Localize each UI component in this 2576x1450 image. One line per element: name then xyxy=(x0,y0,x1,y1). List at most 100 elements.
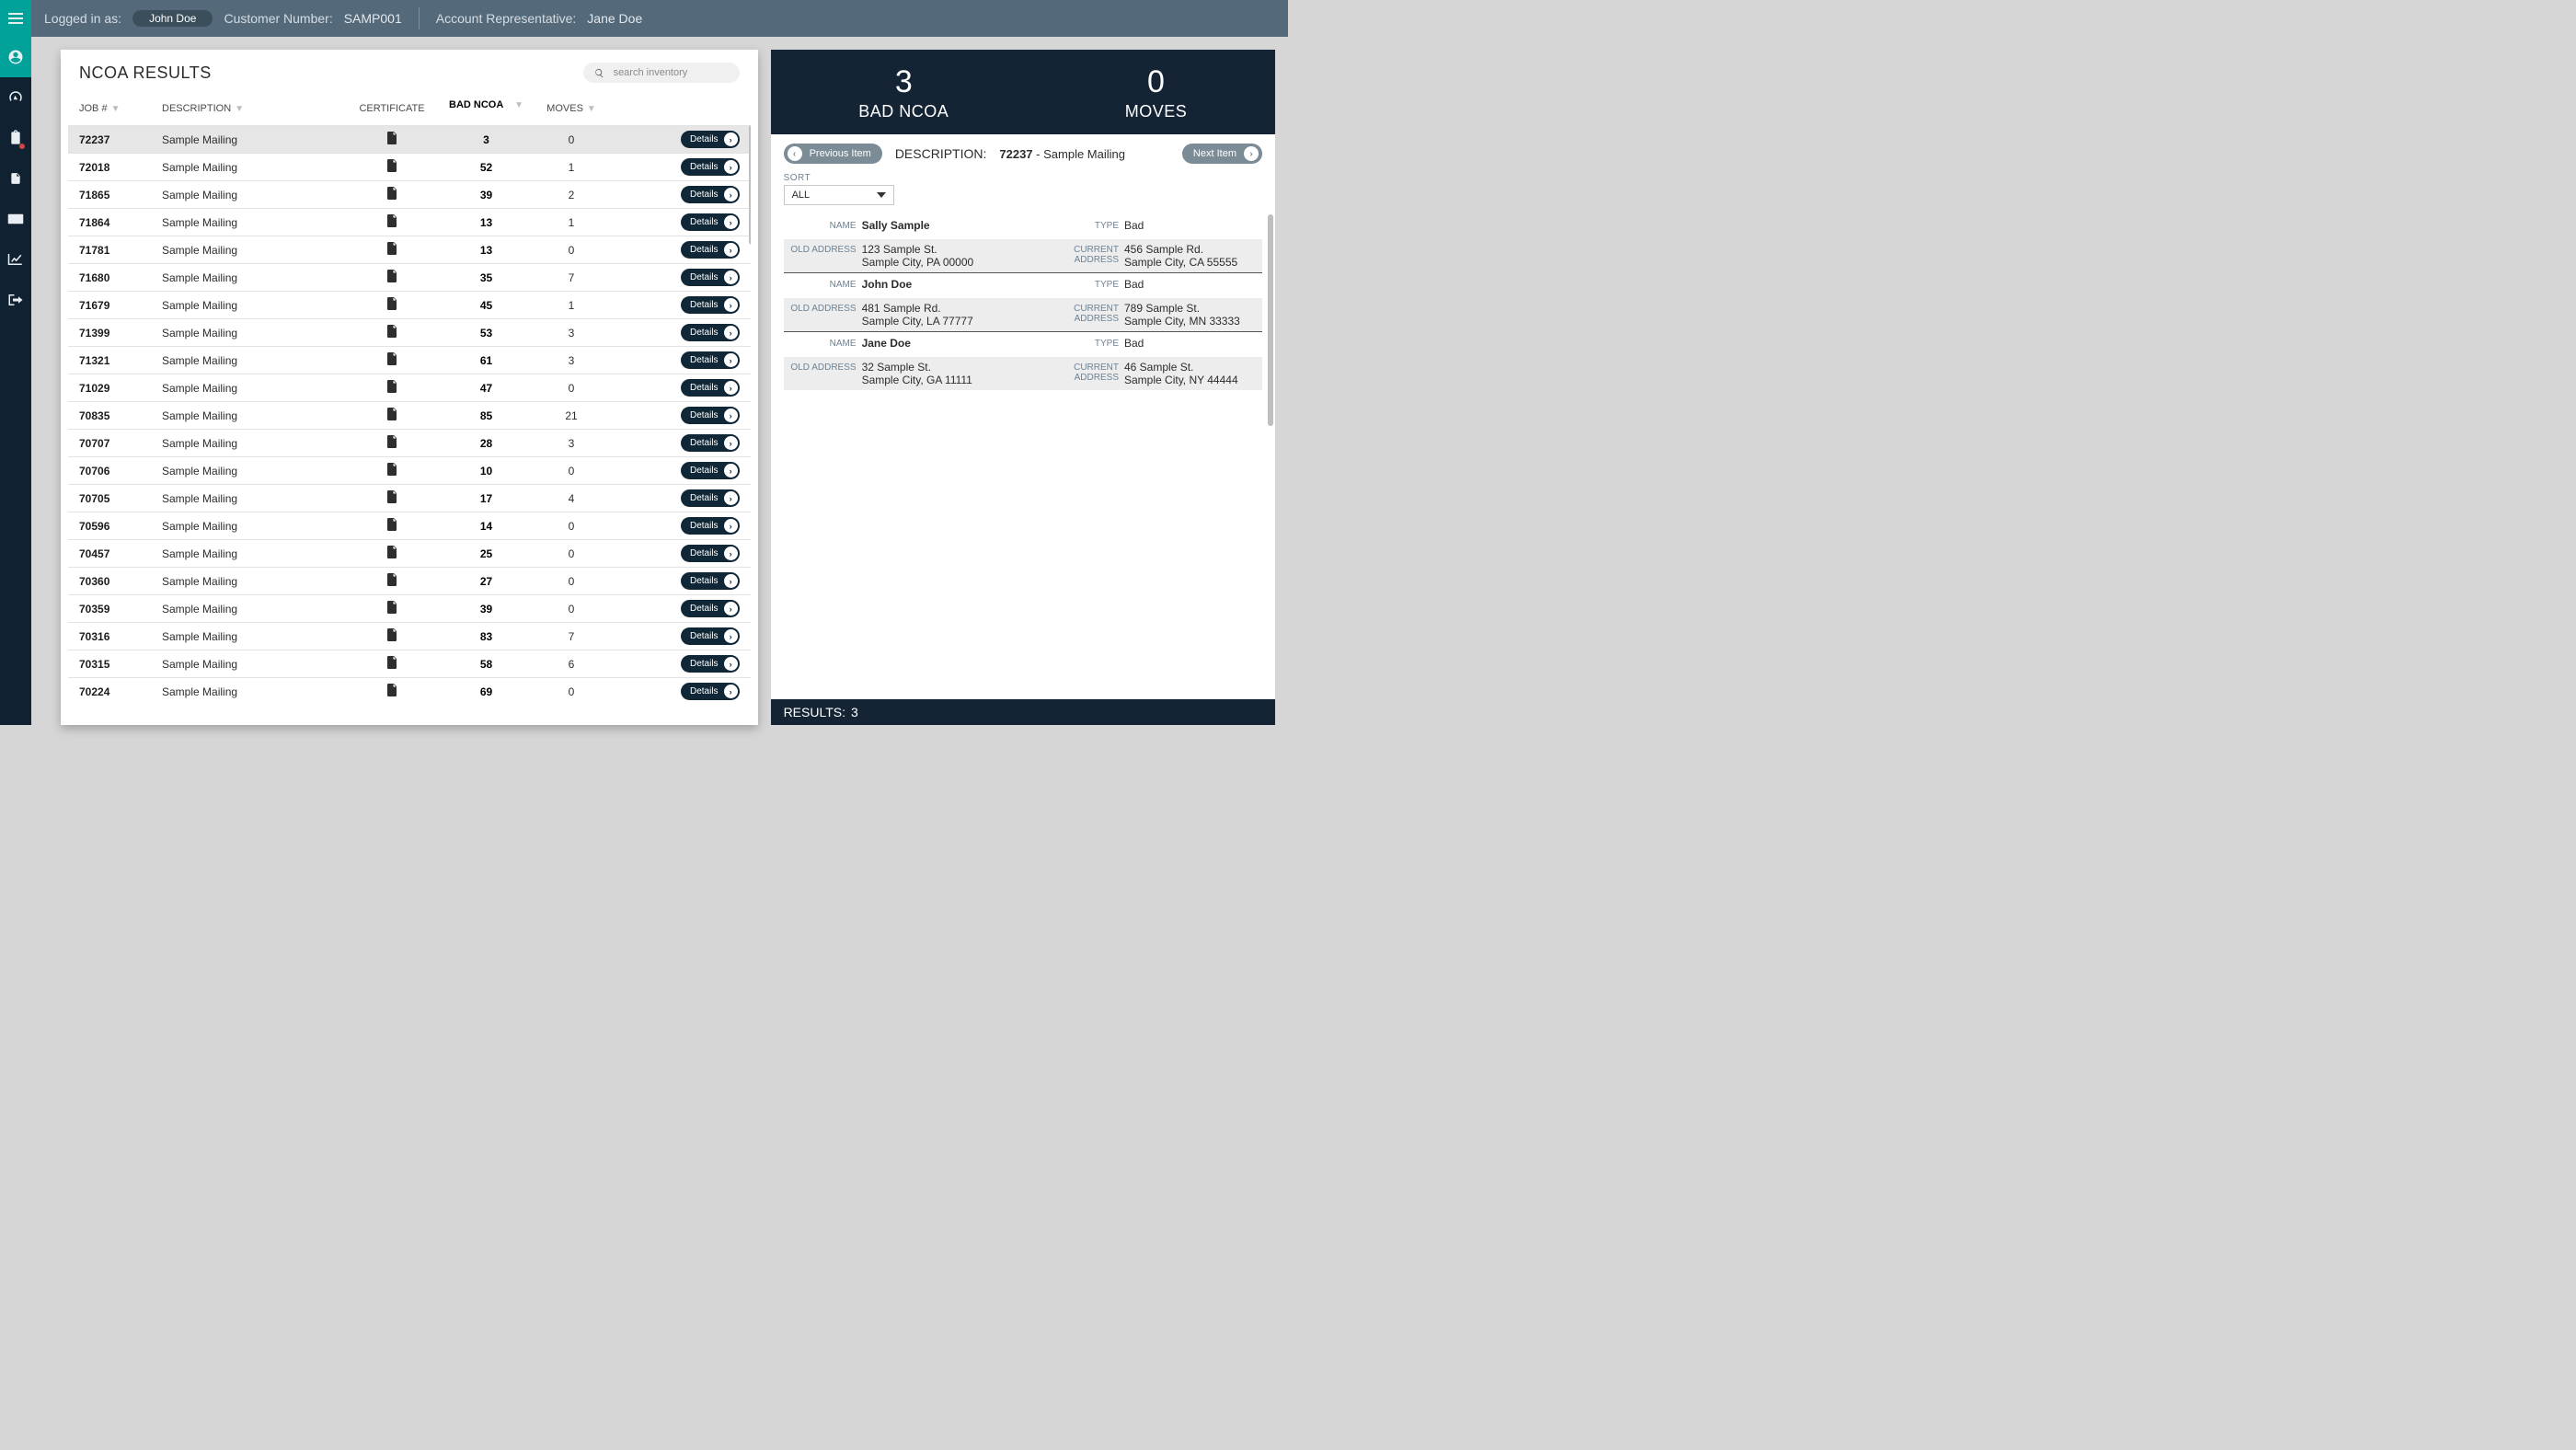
details-button[interactable]: Details› xyxy=(681,131,740,148)
pdf-file-icon[interactable] xyxy=(386,546,397,561)
nav-dashboard[interactable] xyxy=(0,77,31,118)
details-button[interactable]: Details› xyxy=(681,324,740,341)
logged-in-user[interactable]: John Doe xyxy=(132,10,213,27)
nav-reports[interactable] xyxy=(0,239,31,280)
cell-moves: 0 xyxy=(535,382,608,395)
pdf-file-icon[interactable] xyxy=(386,270,397,285)
pdf-file-icon[interactable] xyxy=(386,187,397,202)
table-row[interactable]: 71321Sample Mailing613Details› xyxy=(68,346,751,374)
details-button[interactable]: Details› xyxy=(681,407,740,424)
details-button[interactable]: Details› xyxy=(681,462,740,479)
table-row[interactable]: 70706Sample Mailing100Details› xyxy=(68,456,751,484)
previous-item-button[interactable]: ‹ Previous Item xyxy=(784,144,882,164)
nav-document[interactable] xyxy=(0,158,31,199)
header-moves[interactable]: MOVES▼ xyxy=(535,103,608,114)
details-button[interactable]: Details› xyxy=(681,213,740,231)
pdf-file-icon[interactable] xyxy=(386,463,397,478)
details-button[interactable]: Details› xyxy=(681,683,740,700)
details-button[interactable]: Details› xyxy=(681,655,740,673)
table-row[interactable]: 70224Sample Mailing690Details› xyxy=(68,677,751,705)
table-row[interactable]: 70707Sample Mailing283Details› xyxy=(68,429,751,456)
nav-clipboard[interactable] xyxy=(0,118,31,158)
pdf-file-icon[interactable] xyxy=(386,601,397,616)
cell-description: Sample Mailing xyxy=(162,685,346,698)
table-row[interactable]: 70315Sample Mailing586Details› xyxy=(68,650,751,677)
details-button[interactable]: Details› xyxy=(681,434,740,452)
table-row[interactable]: 71679Sample Mailing451Details› xyxy=(68,291,751,318)
pdf-file-icon[interactable] xyxy=(386,435,397,451)
pdf-file-icon[interactable] xyxy=(386,573,397,589)
header-description[interactable]: DESCRIPTION▼ xyxy=(162,103,346,114)
pdf-file-icon[interactable] xyxy=(386,408,397,423)
table-row[interactable]: 71781Sample Mailing130Details› xyxy=(68,236,751,263)
table-row[interactable]: 71864Sample Mailing131Details› xyxy=(68,208,751,236)
header-bad-ncoa[interactable]: BAD NCOA▼ xyxy=(438,99,535,118)
details-button[interactable]: Details› xyxy=(681,351,740,369)
pdf-file-icon[interactable] xyxy=(386,380,397,396)
details-button[interactable]: Details› xyxy=(681,517,740,535)
pdf-file-icon[interactable] xyxy=(386,684,397,699)
pdf-file-icon[interactable] xyxy=(386,214,397,230)
cell-description: Sample Mailing xyxy=(162,409,346,422)
cell-bad-ncoa: 83 xyxy=(438,630,535,643)
scrollbar[interactable] xyxy=(749,125,751,245)
ncoa-results-panel: NCOA RESULTS search inventory JOB #▼ DES… xyxy=(61,50,758,725)
details-button[interactable]: Details› xyxy=(681,379,740,397)
details-button[interactable]: Details› xyxy=(681,600,740,617)
pdf-file-icon[interactable] xyxy=(386,352,397,368)
pdf-file-icon[interactable] xyxy=(386,159,397,175)
cell-moves: 1 xyxy=(535,161,608,174)
account-rep-label: Account Representative: xyxy=(436,11,577,26)
current-address-label: CURRENT ADDRESS xyxy=(1030,361,1124,383)
table-row[interactable]: 71029Sample Mailing470Details› xyxy=(68,374,751,401)
sort-select[interactable]: ALL xyxy=(784,185,894,205)
nav-mail[interactable] xyxy=(0,199,31,239)
pdf-file-icon[interactable] xyxy=(386,628,397,644)
details-button[interactable]: Details› xyxy=(681,158,740,176)
table-row[interactable]: 71680Sample Mailing357Details› xyxy=(68,263,751,291)
table-row[interactable]: 70360Sample Mailing270Details› xyxy=(68,567,751,594)
details-button[interactable]: Details› xyxy=(681,296,740,314)
menu-button[interactable] xyxy=(0,0,31,37)
search-input[interactable]: search inventory xyxy=(583,63,740,83)
chevron-down-icon: ▼ xyxy=(587,104,596,114)
table-row[interactable]: 72237Sample Mailing30Details› xyxy=(68,125,751,153)
nav-logout[interactable] xyxy=(0,280,31,320)
header-job[interactable]: JOB #▼ xyxy=(79,103,162,114)
old-address-label: OLD ADDRESS xyxy=(784,243,862,255)
pdf-file-icon[interactable] xyxy=(386,297,397,313)
pdf-file-icon[interactable] xyxy=(386,518,397,534)
table-row[interactable]: 70359Sample Mailing390Details› xyxy=(68,594,751,622)
details-button[interactable]: Details› xyxy=(681,572,740,590)
pdf-file-icon[interactable] xyxy=(386,242,397,258)
table-row[interactable]: 71865Sample Mailing392Details› xyxy=(68,180,751,208)
cell-bad-ncoa: 58 xyxy=(438,658,535,671)
chevron-right-icon: › xyxy=(724,602,738,616)
table-row[interactable]: 70835Sample Mailing8521Details› xyxy=(68,401,751,429)
table-row[interactable]: 70457Sample Mailing250Details› xyxy=(68,539,751,567)
next-item-button[interactable]: Next Item › xyxy=(1182,144,1262,164)
details-button[interactable]: Details› xyxy=(681,269,740,286)
cell-bad-ncoa: 27 xyxy=(438,575,535,588)
pdf-file-icon[interactable] xyxy=(386,132,397,147)
table-row[interactable]: 70596Sample Mailing140Details› xyxy=(68,512,751,539)
cell-job: 71864 xyxy=(79,216,162,229)
details-button[interactable]: Details› xyxy=(681,241,740,259)
table-row[interactable]: 70316Sample Mailing837Details› xyxy=(68,622,751,650)
pdf-file-icon[interactable] xyxy=(386,656,397,672)
table-row[interactable]: 70705Sample Mailing174Details› xyxy=(68,484,751,512)
pdf-file-icon[interactable] xyxy=(386,490,397,506)
details-button[interactable]: Details› xyxy=(681,627,740,645)
nav-user[interactable] xyxy=(0,37,31,77)
chevron-right-icon: › xyxy=(724,436,738,450)
details-button[interactable]: Details› xyxy=(681,545,740,562)
scrollbar[interactable] xyxy=(1268,214,1273,426)
table-row[interactable]: 71399Sample Mailing533Details› xyxy=(68,318,751,346)
header-certificate[interactable]: CERTIFICATE xyxy=(346,103,438,114)
chevron-right-icon: › xyxy=(724,160,738,174)
table-row[interactable]: 72018Sample Mailing521Details› xyxy=(68,153,751,180)
pdf-file-icon[interactable] xyxy=(386,325,397,340)
cell-bad-ncoa: 28 xyxy=(438,437,535,450)
details-button[interactable]: Details› xyxy=(681,489,740,507)
details-button[interactable]: Details› xyxy=(681,186,740,203)
